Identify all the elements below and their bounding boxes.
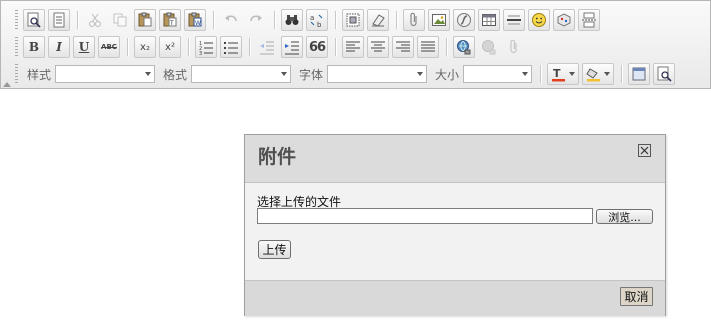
paint-bucket-icon (586, 68, 601, 82)
outdent-icon[interactable] (256, 36, 278, 58)
align-center-icon[interactable] (367, 36, 389, 58)
toolbar-separator (249, 38, 250, 56)
align-left-icon[interactable] (342, 36, 364, 58)
toolbar-separator (127, 38, 128, 56)
maximize-icon[interactable] (628, 63, 651, 85)
unlink-icon[interactable] (478, 36, 500, 58)
collapse-toolbar-icon[interactable] (3, 82, 11, 87)
rich-text-editor-toolbar: T W ab B I U ABC x₂ x² 1 2 3 66 样式 格式 字体… (0, 0, 711, 89)
bold-button[interactable]: B (23, 36, 45, 58)
toolbar-separator (213, 11, 214, 29)
toolbar-separator (621, 65, 623, 83)
text-color-icon: T (552, 67, 566, 82)
svg-text:3: 3 (199, 51, 202, 55)
size-dropdown[interactable] (463, 65, 533, 83)
style-label: 样式 (27, 67, 52, 82)
style-dropdown[interactable] (55, 65, 156, 83)
align-justify-icon[interactable] (417, 36, 439, 58)
file-path-input[interactable] (257, 208, 593, 224)
toolbar-separator (77, 11, 78, 29)
indent-icon[interactable] (281, 36, 303, 58)
toolbar-grip[interactable] (15, 37, 18, 57)
size-label: 大小 (435, 67, 460, 82)
special-char-icon[interactable] (553, 9, 575, 31)
italic-button[interactable]: I (48, 36, 70, 58)
link-icon[interactable] (453, 36, 475, 58)
toolbar-separator (335, 38, 336, 56)
browse-button[interactable]: 浏览... (596, 209, 653, 224)
toolbar-grip[interactable] (15, 10, 18, 30)
chevron-down-icon (522, 72, 529, 76)
redo-icon[interactable] (245, 9, 267, 31)
font-dropdown[interactable] (327, 65, 428, 83)
replace-icon[interactable]: ab (306, 9, 328, 31)
paste-word-icon[interactable]: W (184, 9, 206, 31)
chevron-down-icon (145, 72, 152, 76)
subscript-button[interactable]: x₂ (134, 36, 156, 58)
horizontal-rule-icon[interactable] (503, 9, 525, 31)
align-right-icon[interactable] (392, 36, 414, 58)
remove-format-icon[interactable] (367, 9, 389, 31)
paste-icon[interactable] (134, 9, 156, 31)
undo-icon[interactable] (220, 9, 242, 31)
svg-text:W: W (195, 20, 201, 27)
font-label: 字体 (299, 67, 324, 82)
find-icon[interactable] (281, 9, 303, 31)
select-all-icon[interactable] (342, 9, 364, 31)
close-icon (640, 146, 649, 155)
anchor-icon[interactable] (503, 36, 525, 58)
preview-icon[interactable] (23, 9, 45, 31)
toolbar-separator (335, 11, 336, 29)
cut-icon[interactable] (84, 9, 106, 31)
table-icon[interactable] (478, 9, 500, 31)
upload-button[interactable]: 上传 (258, 240, 291, 259)
dialog-header: 附件 (245, 135, 665, 183)
copy-icon[interactable] (109, 9, 131, 31)
dialog-body: 选择上传的文件 浏览... 上传 (245, 183, 665, 280)
attachment-dialog: 附件 选择上传的文件 浏览... 上传 取消 (244, 134, 666, 316)
blockquote-button[interactable]: 66 (306, 36, 328, 58)
toolbar-row-1: T W ab (15, 8, 603, 32)
toolbar-separator (446, 38, 447, 56)
chevron-down-icon (604, 72, 611, 76)
show-blocks-icon[interactable] (653, 63, 676, 85)
cancel-button[interactable]: 取消 (620, 287, 653, 306)
chevron-down-icon (417, 72, 424, 76)
svg-text:a: a (310, 14, 314, 22)
chevron-down-icon (281, 72, 288, 76)
strikethrough-button[interactable]: ABC (98, 36, 120, 58)
svg-text:T: T (553, 67, 561, 80)
page-break-icon[interactable] (578, 9, 600, 31)
bulleted-list-icon[interactable] (220, 36, 242, 58)
toolbar-row-2: B I U ABC x₂ x² 123 66 (15, 35, 528, 59)
toolbar-separator (396, 11, 397, 29)
dialog-title: 附件 (258, 146, 297, 168)
dialog-footer (245, 280, 665, 316)
flash-icon[interactable] (453, 9, 475, 31)
image-icon[interactable] (428, 9, 450, 31)
templates-icon[interactable] (48, 9, 70, 31)
toolbar-separator (188, 38, 189, 56)
svg-text:b: b (317, 21, 322, 28)
smiley-icon[interactable] (528, 9, 550, 31)
superscript-button[interactable]: x² (159, 36, 181, 58)
attachment-icon[interactable] (403, 9, 425, 31)
text-color-button[interactable]: T (547, 63, 580, 85)
svg-text:T: T (169, 20, 174, 27)
close-button[interactable] (638, 144, 651, 157)
underline-button[interactable]: U (73, 36, 95, 58)
toolbar-separator (540, 65, 542, 83)
chevron-down-icon (569, 72, 576, 76)
format-label: 格式 (163, 67, 188, 82)
paste-text-icon[interactable]: T (159, 9, 181, 31)
toolbar-separator (274, 11, 275, 29)
toolbar-grip[interactable] (15, 64, 18, 84)
format-dropdown[interactable] (191, 65, 292, 83)
numbered-list-icon[interactable]: 123 (195, 36, 217, 58)
toolbar-row-3: 样式 格式 字体 大小 T (15, 62, 678, 86)
background-color-button[interactable] (582, 63, 615, 85)
